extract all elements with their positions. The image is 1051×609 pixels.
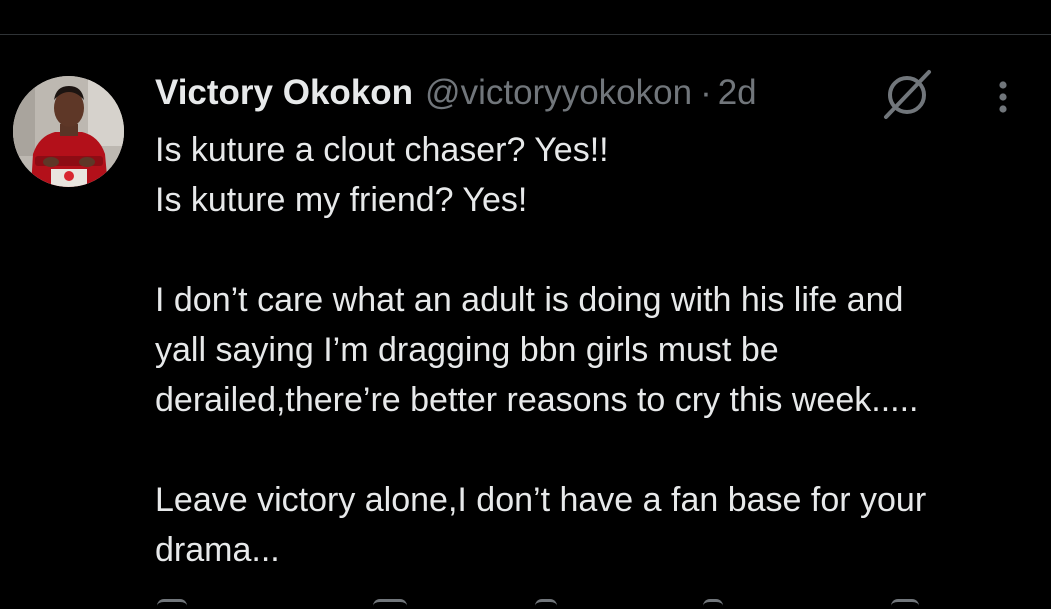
tweet-text-line: Leave victory alone,I don’t have a fan b…: [155, 481, 927, 519]
tweet[interactable]: Victory Okokon @victoryyokokon · 2d Is k…: [0, 35, 1051, 605]
tweet-text-line: yall saying I’m dragging bbn girls must …: [155, 331, 779, 369]
meta-separator: ·: [700, 73, 712, 112]
more-options-icon[interactable]: [985, 75, 1021, 119]
tweet-text-line: drama...: [155, 531, 280, 569]
tweet-text-line: [155, 225, 1035, 275]
tweet-timestamp[interactable]: 2d: [718, 71, 757, 115]
grok-icon[interactable]: [880, 65, 936, 121]
tweet-text-line: [155, 425, 1035, 475]
tweet-text-line: Is kuture my friend? Yes!: [155, 181, 528, 219]
tweet-text-line: I don’t care what an adult is doing with…: [155, 281, 904, 319]
tweet-text-line: Is kuture a clout chaser? Yes!!: [155, 131, 609, 169]
author-handle[interactable]: @victoryyokokon: [425, 71, 692, 115]
tweet-header: Victory Okokon @victoryyokokon · 2d: [155, 71, 757, 115]
avatar[interactable]: [13, 76, 124, 187]
tweet-text-line: derailed,there’re better reasons to cry …: [155, 381, 919, 419]
author-display-name[interactable]: Victory Okokon: [155, 71, 413, 115]
action-bar: [155, 597, 1025, 609]
tweet-text: Is kuture a clout chaser? Yes!! Is kutur…: [155, 125, 1035, 575]
